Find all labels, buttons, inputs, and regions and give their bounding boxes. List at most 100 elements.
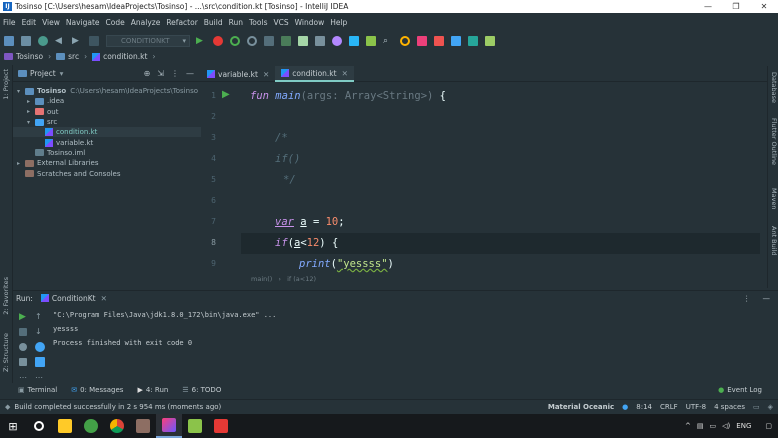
build-hammer-icon[interactable] <box>89 35 99 46</box>
close-tab-icon[interactable]: ✕ <box>342 69 348 78</box>
save-icon[interactable] <box>21 35 31 46</box>
more-icon[interactable]: ⋯ <box>19 374 27 382</box>
history-icon[interactable] <box>315 35 325 46</box>
console-output[interactable]: "C:\Program Files\Java\jdk1.8.0_172\bin\… <box>53 309 276 351</box>
more-options-icon[interactable]: ⋮ <box>743 294 751 303</box>
scroll-up-icon[interactable]: ↑ <box>35 313 43 321</box>
menu-file[interactable]: File <box>3 18 16 27</box>
menu-analyze[interactable]: Analyze <box>131 18 161 27</box>
more-options-icon[interactable]: ⋮ <box>171 69 179 78</box>
tree-item[interactable]: variable.kt <box>13 137 201 147</box>
emulator-icon[interactable] <box>468 35 478 46</box>
sync-icon[interactable] <box>38 35 48 46</box>
chevron-right-icon[interactable]: ▸ <box>27 98 35 105</box>
breadcrumb-file[interactable]: condition.kt <box>103 52 147 61</box>
breadcrumb-folder[interactable]: src <box>68 52 79 61</box>
menu-tools[interactable]: Tools <box>249 18 267 27</box>
ant-build-tool-button[interactable]: Ant Build <box>770 226 778 256</box>
lock-icon[interactable]: ▭ <box>753 403 760 411</box>
profile-icon[interactable] <box>247 35 257 46</box>
settings-icon[interactable] <box>332 35 342 46</box>
tab-todo[interactable]: ☰ 6: TODO <box>182 386 221 394</box>
editor-gutter[interactable]: 1 ▶ 2 3 4 5 6 7 8 9 <box>201 83 241 274</box>
battery-icon[interactable]: ▭ <box>710 422 717 430</box>
tab-terminal[interactable]: ▣ Terminal <box>18 386 57 394</box>
taskbar-app-android[interactable] <box>78 414 104 438</box>
tree-item[interactable]: Scratches and Consoles <box>13 168 201 178</box>
chevron-right-icon[interactable]: ▸ <box>27 108 35 115</box>
taskbar-app-game[interactable] <box>130 414 156 438</box>
minimize-button[interactable]: — <box>694 0 722 13</box>
taskbar-app-red[interactable] <box>208 414 234 438</box>
start-button[interactable]: ⊞ <box>0 414 26 438</box>
code-editor[interactable]: fun main(args: Array<String>) { /* if() … <box>241 83 760 274</box>
structure-icon[interactable] <box>349 35 359 46</box>
notification-icon[interactable]: ▢ <box>765 422 772 430</box>
tree-item[interactable]: ▸ .idea <box>13 96 201 106</box>
forward-icon[interactable]: ▶ <box>72 36 82 46</box>
menu-build[interactable]: Build <box>204 18 223 27</box>
maven-tool-button[interactable]: Maven <box>770 188 778 210</box>
theme-name[interactable]: Material Oceanic <box>548 403 614 411</box>
taskbar-explorer[interactable] <box>52 414 78 438</box>
search-icon[interactable]: ⌕ <box>383 36 393 46</box>
stop-icon[interactable] <box>264 35 274 46</box>
menu-refactor[interactable]: Refactor <box>166 18 197 27</box>
more-icon[interactable]: ⋯ <box>35 374 43 382</box>
menu-help[interactable]: Help <box>330 18 347 27</box>
breadcrumb-project[interactable]: Tosinso <box>16 52 43 61</box>
menu-view[interactable]: View <box>42 18 60 27</box>
code-breadcrumb-if[interactable]: if (a<12) <box>287 275 316 283</box>
hide-panel-icon[interactable]: — <box>763 294 771 303</box>
database-tool-button[interactable]: Database <box>770 72 778 103</box>
tree-item[interactable]: ▸ External Libraries <box>13 158 201 168</box>
run-configuration-select[interactable]: CONDITIONKT <box>106 34 190 47</box>
menu-navigate[interactable]: Navigate <box>66 18 100 27</box>
tab-messages[interactable]: ✉ 0: Messages <box>71 386 123 394</box>
run-gutter-icon[interactable]: ▶ <box>222 89 230 100</box>
coverage-icon[interactable] <box>230 35 240 46</box>
menu-code[interactable]: Code <box>106 18 125 27</box>
layout-inspector-icon[interactable] <box>451 35 461 46</box>
tab-condition-kt[interactable]: condition.kt ✕ <box>275 66 354 82</box>
taskbar-intellij[interactable] <box>156 414 182 438</box>
scroll-down-icon[interactable]: ↓ <box>35 328 43 336</box>
volume-icon[interactable]: ◁) <box>722 422 730 430</box>
code-breadcrumb-main[interactable]: main() <box>251 275 272 283</box>
git-commit-icon[interactable] <box>298 35 308 46</box>
chevron-down-icon[interactable]: ▾ <box>17 88 25 95</box>
back-icon[interactable]: ◀ <box>55 36 65 46</box>
event-log-button[interactable]: ● Event Log <box>718 386 762 394</box>
chevron-up-icon[interactable]: ^ <box>685 422 691 430</box>
avd-manager-icon[interactable] <box>417 35 427 46</box>
chevron-down-icon[interactable]: ▾ <box>27 119 35 126</box>
stop-icon[interactable] <box>19 328 27 336</box>
menu-run[interactable]: Run <box>229 18 243 27</box>
run-icon[interactable]: ▶ <box>196 36 206 46</box>
device-icon[interactable] <box>434 35 444 46</box>
taskbar-chrome[interactable] <box>104 414 130 438</box>
tab-run[interactable]: ▶ 4: Run <box>137 386 168 394</box>
project-tool-button[interactable]: 1: Project <box>2 69 10 100</box>
tab-variable-kt[interactable]: variable.kt ✕ <box>201 66 275 82</box>
tree-item[interactable]: ▾ Tosinso C:\Users\hesam\IdeaProjects\Tosi… <box>13 86 201 96</box>
close-button[interactable]: ✕ <box>750 0 778 13</box>
soft-wrap-icon[interactable] <box>35 342 45 352</box>
hide-panel-icon[interactable]: — <box>186 69 194 78</box>
collapse-all-icon[interactable]: ⇲ <box>157 69 164 78</box>
tree-item[interactable]: ▾ src <box>13 117 201 127</box>
cursor-position[interactable]: 8:14 <box>636 403 652 411</box>
tree-item[interactable]: condition.kt <box>13 127 201 138</box>
locate-icon[interactable]: ⊕ <box>144 69 151 78</box>
exit-icon[interactable] <box>19 358 27 366</box>
terminal-toolbar-icon[interactable] <box>366 35 376 46</box>
camera-icon[interactable] <box>19 343 27 351</box>
plugin-icon[interactable] <box>485 35 495 46</box>
line-separator[interactable]: CRLF <box>660 403 678 411</box>
network-icon[interactable]: ▤ <box>697 422 704 430</box>
maximize-button[interactable]: ❐ <box>722 0 750 13</box>
print-icon[interactable] <box>35 357 45 367</box>
menu-vcs[interactable]: VCS <box>273 18 288 27</box>
flutter-outline-tool-button[interactable]: Flutter Outline <box>770 118 778 165</box>
close-tab-icon[interactable]: ✕ <box>263 70 269 79</box>
